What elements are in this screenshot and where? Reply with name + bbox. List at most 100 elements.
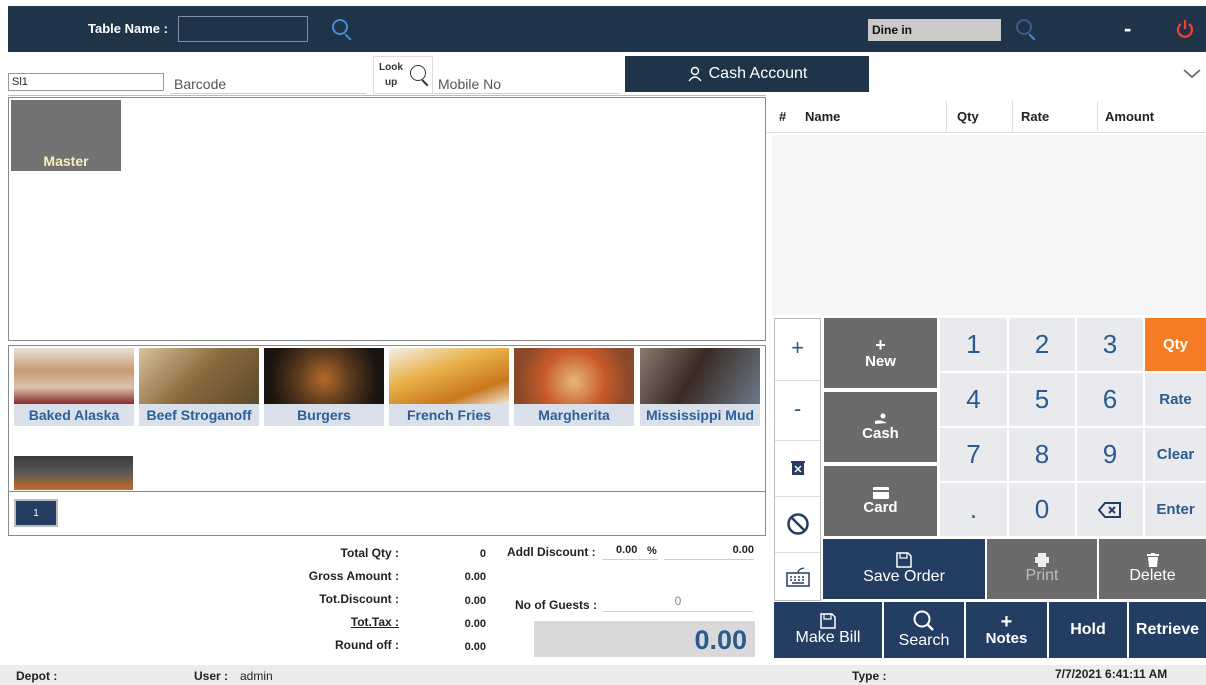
increment-button[interactable]: + — [775, 320, 820, 376]
lookup-label: up — [385, 77, 398, 88]
barcode-input[interactable]: Barcode — [170, 72, 366, 94]
order-type-value: Dine in — [872, 23, 913, 37]
make-bill-label: Make Bill — [795, 629, 861, 646]
save-order-button[interactable]: Save Order — [823, 539, 985, 599]
col-num: # — [779, 109, 787, 124]
save-icon — [896, 552, 912, 568]
order-type-select[interactable]: Dine in — [868, 19, 1001, 41]
clear-button[interactable]: Clear — [1145, 428, 1206, 481]
sl-input[interactable]: Sl1 — [8, 73, 164, 91]
retrieve-button[interactable]: Retrieve — [1129, 602, 1206, 658]
cash-account-label: Cash Account — [708, 65, 808, 82]
lookup-button[interactable]: Look up — [373, 56, 433, 94]
digit-2-button[interactable]: 2 — [1009, 318, 1075, 371]
print-label: Print — [1025, 567, 1059, 584]
cancel-button[interactable] — [775, 496, 820, 550]
print-button[interactable]: Print — [987, 539, 1097, 599]
dish-item[interactable]: Margherita — [514, 348, 634, 426]
decrement-button[interactable]: - — [775, 380, 820, 436]
card-payment-button[interactable]: Card — [824, 466, 937, 536]
addl-discount-amount-input[interactable]: 0.00 — [664, 544, 754, 560]
cash-payment-button[interactable]: Cash — [824, 392, 937, 462]
rate-mode-button[interactable]: Rate — [1145, 373, 1206, 426]
gross-amount-value: 0.00 — [464, 571, 486, 583]
round-off-value: 0.00 — [464, 641, 486, 653]
french-fries-image — [389, 348, 509, 404]
plus-icon: + — [1000, 610, 1013, 633]
dish-item-partial[interactable] — [14, 456, 133, 490]
enter-button[interactable]: Enter — [1145, 483, 1206, 536]
table-search-button[interactable] — [330, 19, 352, 41]
margherita-image — [514, 348, 634, 404]
dish-label: Beef Stroganoff — [139, 404, 259, 426]
digit-6-button[interactable]: 6 — [1077, 373, 1143, 426]
barcode-placeholder: Barcode — [174, 76, 227, 92]
mississippi-mud-image — [640, 348, 760, 404]
user-value: admin — [240, 669, 273, 683]
digit-3-button[interactable]: 3 — [1077, 318, 1143, 371]
remove-item-button[interactable] — [775, 440, 820, 494]
delete-button[interactable]: Delete — [1099, 539, 1206, 599]
minimize-button[interactable]: - — [1124, 16, 1131, 42]
divider — [8, 95, 766, 96]
guests-input[interactable]: 0 — [603, 594, 753, 612]
dish-label: French Fries — [389, 404, 509, 426]
category-master[interactable]: Master — [11, 100, 121, 171]
dish-label: Burgers — [264, 404, 384, 426]
decimal-button[interactable]: . — [940, 483, 1007, 536]
tot-discount-label: Tot.Discount : — [319, 592, 399, 606]
dish-item[interactable]: Baked Alaska — [14, 348, 134, 426]
account-dropdown-toggle[interactable] — [1182, 66, 1202, 82]
search-button[interactable]: Search — [884, 602, 964, 658]
power-button[interactable] — [1174, 18, 1196, 40]
col-amount: Amount — [1105, 109, 1155, 124]
order-type-search-button[interactable] — [1014, 19, 1036, 41]
tot-tax-link[interactable]: Tot.Tax : — [249, 615, 399, 629]
lookup-label: Look — [379, 62, 403, 73]
beef-stroganoff-image — [139, 348, 259, 404]
percent-sign: % — [647, 545, 657, 557]
table-name-input[interactable] — [178, 16, 308, 42]
cash-hand-icon — [874, 413, 887, 424]
delete-box-icon — [790, 460, 805, 475]
backspace-icon — [1098, 501, 1121, 518]
top-bar: Table Name : Dine in - — [8, 6, 1206, 52]
keyboard-button[interactable] — [775, 552, 820, 600]
addl-discount-label: Addl Discount : — [507, 545, 596, 559]
page-button[interactable]: 1 — [14, 499, 58, 527]
digit-1-button[interactable]: 1 — [940, 318, 1007, 371]
dish-item[interactable]: Burgers — [264, 348, 384, 426]
plus-icon: + — [875, 334, 886, 355]
order-table-header: # Name Qty Rate Amount — [766, 97, 1206, 133]
hold-label: Hold — [1070, 621, 1106, 638]
hold-button[interactable]: Hold — [1049, 602, 1127, 658]
digit-4-button[interactable]: 4 — [940, 373, 1007, 426]
digit-7-button[interactable]: 7 — [940, 428, 1007, 481]
retrieve-label: Retrieve — [1135, 621, 1200, 638]
mobile-no-input[interactable]: Mobile No — [434, 72, 620, 94]
order-items-list[interactable] — [772, 135, 1206, 315]
notes-button[interactable]: + Notes — [966, 602, 1047, 658]
col-rate: Rate — [1021, 109, 1050, 124]
dish-label: Baked Alaska — [14, 404, 134, 426]
dish-item[interactable]: French Fries — [389, 348, 509, 426]
type-label: Type : — [852, 669, 887, 683]
new-order-button[interactable]: + New — [824, 318, 937, 388]
user-label: User : — [194, 669, 229, 683]
cash-account-button[interactable]: Cash Account — [625, 56, 869, 92]
search-label: Search — [898, 632, 950, 649]
col-divider — [946, 101, 947, 131]
depot-label: Depot : — [16, 669, 58, 683]
backspace-button[interactable] — [1077, 483, 1143, 536]
digit-0-button[interactable]: 0 — [1009, 483, 1075, 536]
trash-icon — [1146, 553, 1159, 567]
dish-item[interactable]: Beef Stroganoff — [139, 348, 259, 426]
digit-9-button[interactable]: 9 — [1077, 428, 1143, 481]
digit-8-button[interactable]: 8 — [1009, 428, 1075, 481]
qty-mode-button[interactable]: Qty — [1145, 318, 1206, 371]
make-bill-button[interactable]: Make Bill — [774, 602, 882, 658]
digit-5-button[interactable]: 5 — [1009, 373, 1075, 426]
dish-item[interactable]: Mississippi Mud — [640, 348, 760, 426]
mobile-no-placeholder: Mobile No — [438, 76, 502, 92]
search-icon — [332, 19, 348, 35]
